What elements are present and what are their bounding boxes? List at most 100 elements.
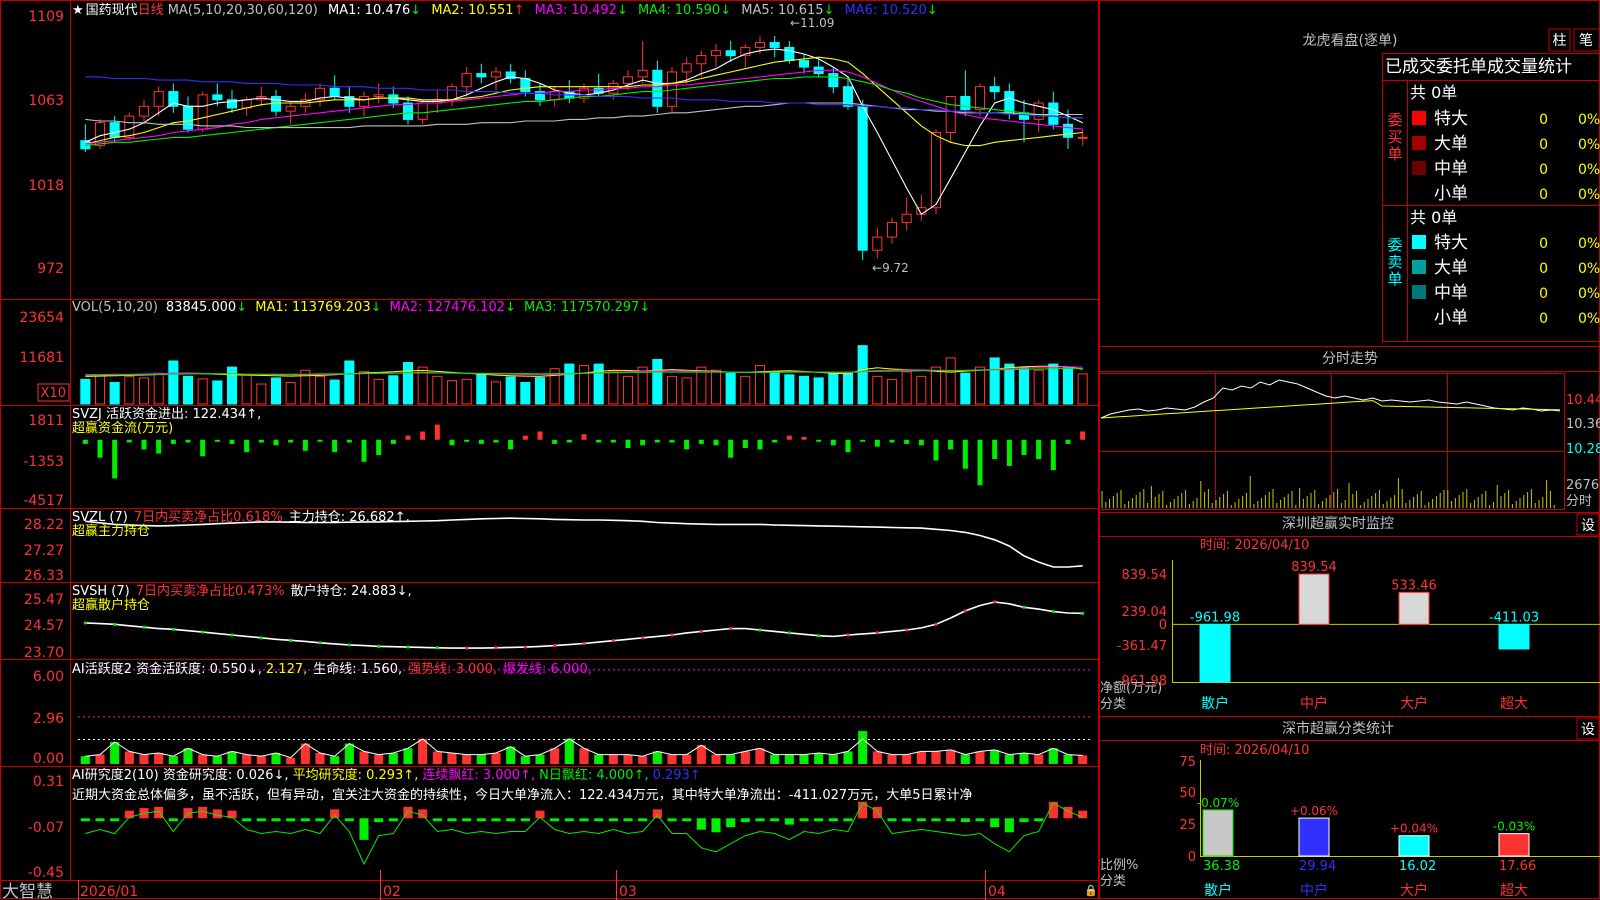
trade-toggle-label[interactable]: 笔 [1579, 33, 1593, 49]
ai-research-bar [667, 818, 677, 822]
volume-bar [696, 366, 707, 405]
stock-name: 国药现代 [86, 3, 138, 18]
svzj-bar [713, 439, 719, 446]
volume-bar [270, 377, 282, 405]
svsh-marker [1081, 611, 1085, 615]
volume-bar [358, 371, 370, 405]
candle-body [945, 95, 956, 133]
candle-body [520, 78, 531, 93]
svzj-bar [860, 439, 866, 442]
sz-time: 时间: 2026/04/10 [1200, 538, 1309, 553]
volume-bar [94, 374, 106, 405]
sz-tick: 0 [1159, 618, 1167, 633]
column-toggle-label[interactable]: 柱 [1553, 33, 1567, 49]
sz-bar [1298, 573, 1330, 625]
lock-icon[interactable]: 🔒 [1084, 884, 1098, 897]
volume-bar [813, 377, 824, 405]
ai-activity-bar [682, 754, 692, 764]
ai-activity-bar [256, 756, 266, 764]
ai-activity-bar [990, 749, 1000, 764]
star-icon: ★ [72, 3, 84, 18]
ai-research-bar [755, 818, 765, 822]
candle-body [490, 71, 502, 78]
svzj-bar [1080, 431, 1086, 440]
candle-body [872, 236, 883, 251]
svzj-bar [933, 439, 939, 461]
ai-research-bar [564, 818, 574, 822]
ai-activity-bar [447, 753, 457, 764]
volume-bar [534, 377, 546, 405]
ai-research-bar [462, 818, 472, 822]
vol-ma2-label: MA2: [390, 300, 423, 315]
svzj-bar [82, 439, 88, 444]
svzj-bar [420, 431, 426, 440]
volume-bar [256, 383, 267, 405]
svsh-marker [347, 643, 351, 647]
sz-xlabel: 分类 [1100, 697, 1126, 712]
order-swatch [1412, 235, 1426, 249]
candle-body [857, 105, 868, 251]
svzj-bar [317, 439, 323, 442]
sz-settings-label[interactable]: 设 [1581, 518, 1595, 534]
ai-research-bar [960, 818, 970, 823]
candle-body [1004, 91, 1015, 114]
buy-label: 委买单 [1387, 111, 1402, 163]
ai-activity-bar [623, 754, 633, 764]
volume-bar [930, 366, 942, 405]
volume-bar [490, 381, 502, 405]
sz-ylabel: 净额(万元) [1100, 681, 1162, 696]
sh-tick: 25 [1179, 818, 1196, 833]
volume-bar [974, 366, 986, 405]
candle-body [109, 122, 120, 138]
svsh-marker [494, 646, 498, 650]
ma6-label: MA6: [845, 3, 878, 18]
ai-activity-bar [1078, 755, 1088, 764]
ma3-arrow: ↓ [617, 3, 628, 18]
ai-research-bar [388, 818, 398, 822]
ai-activity-bar [638, 756, 648, 764]
ai-research-header: AI研究度2(10) 资金研究度: 0.026↓, 平均研究度: 0.293↑, 连… [72, 767, 701, 783]
svsh-marker [289, 638, 293, 642]
svzj-bar [684, 439, 690, 450]
svzj-bar [904, 439, 910, 444]
sh-settings-label[interactable]: 设 [1581, 722, 1595, 738]
ai-activity-bar [462, 754, 472, 764]
svzj-bar [1065, 439, 1071, 444]
volume-bar [432, 375, 443, 405]
svzl-tick: 28.22 [24, 517, 64, 533]
candle-body [769, 42, 780, 48]
sz-monitor-title: 深圳超赢实时监控 [1282, 515, 1394, 532]
ai-activity-bar [476, 754, 486, 764]
vol-tick: 23654 [19, 310, 64, 326]
ma1-value: 10.476 [365, 3, 411, 18]
svzj-bar [1021, 439, 1027, 455]
sh-value-label: 16.02 [1399, 859, 1436, 874]
svsh-marker [465, 646, 469, 650]
candle-body [373, 94, 384, 97]
svzj-bar [669, 439, 675, 443]
vol-value: 83845.000 [166, 300, 236, 315]
ai-activity-bar [359, 751, 369, 764]
svzj-bar [346, 439, 352, 443]
svsh-marker [377, 644, 381, 648]
ai-research-bar [476, 818, 486, 822]
svsh-tick: 24.57 [24, 618, 64, 634]
volume-bar [373, 378, 384, 405]
volume-bar [564, 363, 575, 405]
sh-category: 超大 [1500, 883, 1528, 899]
ai-research-bar [242, 818, 252, 822]
ai-activity-bar [902, 754, 912, 764]
volume-bar [197, 378, 208, 405]
ai-activity-bar [286, 757, 296, 764]
x-tick: 02 [383, 884, 401, 900]
svzj-bar [112, 439, 118, 479]
svzj-title: SVZJ 活跃资金进出: 122.434↑, [72, 406, 261, 422]
vol-ma1-label: MA1: [255, 300, 288, 315]
ma1-arrow: ↓ [410, 3, 421, 18]
ai-activity-bar [564, 738, 574, 764]
svsh-marker [758, 628, 762, 632]
svzl-y-axis: 28.22 27.27 26.33 [24, 517, 64, 584]
ai-research-bar [300, 818, 310, 822]
order-row-label: 中单 [1434, 283, 1468, 303]
ai-activity-bar [124, 751, 134, 764]
